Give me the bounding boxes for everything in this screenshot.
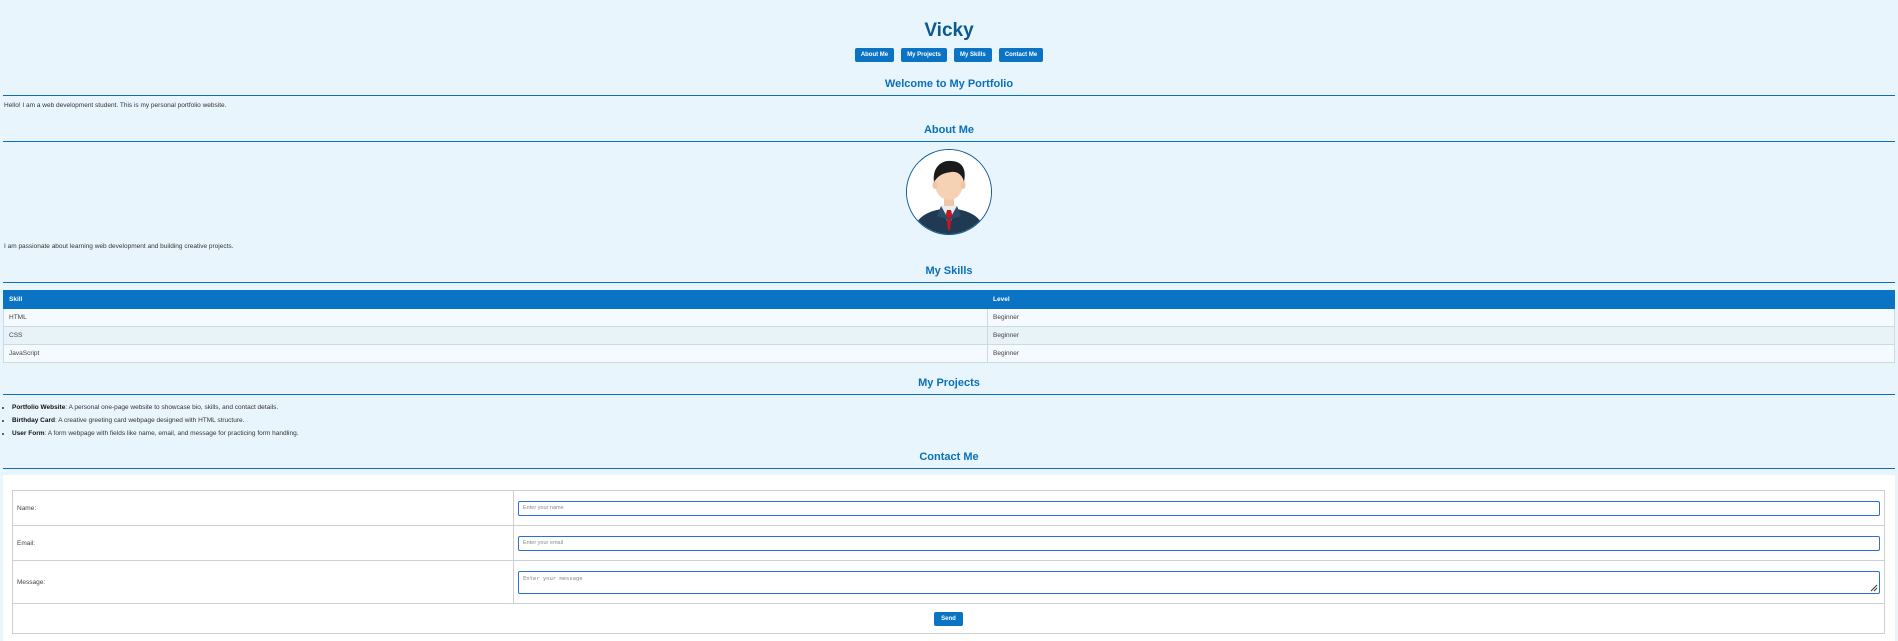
main-nav: About Me My Projects My Skills Contact M… [0, 48, 1898, 62]
project-description: : A creative greeting card webpage desig… [54, 417, 245, 424]
table-row: CSS Beginner [3, 326, 1895, 345]
send-button[interactable]: Send [934, 611, 963, 626]
project-name: Birthday Card [12, 417, 55, 424]
contact-form: Name: Enter your name Email: Enter your … [12, 490, 1885, 634]
message-placeholder: Enter your message [523, 575, 583, 582]
table-cell: Beginner [987, 308, 1895, 327]
nav-about-me-button[interactable]: About Me [854, 48, 895, 62]
list-item: Portfolio Website: A personal one-page w… [12, 401, 299, 414]
form-row: Email: Enter your email [12, 525, 1885, 561]
email-field[interactable]: Enter your email [518, 535, 1880, 551]
person-in-suit-avatar-icon [907, 150, 991, 234]
about-text: I am passionate about learning web devel… [4, 243, 234, 250]
form-cell: Send [12, 603, 1885, 634]
table-cell: CSS [3, 326, 988, 345]
form-cell: Enter your email [513, 525, 1885, 561]
project-name: User Form [12, 430, 45, 437]
name-label: Name: [12, 490, 514, 526]
table-row: JavaScript Beginner [3, 344, 1895, 363]
nav-my-projects-button[interactable]: My Projects [901, 48, 947, 62]
list-item: Birthday Card: A creative greeting card … [12, 414, 299, 427]
column-header: Skill [3, 290, 988, 309]
nav-contact-me-button[interactable]: Contact Me [998, 48, 1044, 62]
welcome-text: Hello! I am a web development student. T… [4, 102, 227, 109]
projects-heading: My Projects [3, 377, 1895, 395]
table-cell: JavaScript [3, 344, 988, 363]
table-cell: Beginner [987, 344, 1895, 363]
site-title: Vicky [924, 20, 974, 41]
form-row: Name: Enter your name [12, 490, 1885, 526]
avatar [906, 149, 992, 235]
contact-heading: Contact Me [3, 451, 1895, 469]
skills-table: Skill Level HTML Beginner CSS Beginner J… [3, 290, 1895, 363]
portfolio-page: Vicky About Me My Projects My Skills Con… [0, 0, 1898, 641]
column-header: Level [987, 290, 1895, 309]
name-field[interactable]: Enter your name [518, 500, 1880, 516]
project-name: Portfolio Website [12, 404, 66, 411]
email-label: Email: [12, 525, 514, 561]
form-cell: Enter your message [513, 560, 1885, 604]
message-field[interactable]: Enter your message [518, 570, 1880, 594]
resize-grip-icon[interactable] [1870, 584, 1878, 592]
form-row: Send [12, 603, 1885, 634]
table-header-row: Skill Level [3, 290, 1895, 309]
table-cell: Beginner [987, 326, 1895, 345]
project-description: : A form webpage with fields like name, … [44, 430, 299, 437]
nav-my-skills-button[interactable]: My Skills [953, 48, 992, 62]
table-row: HTML Beginner [3, 308, 1895, 327]
table-cell: HTML [3, 308, 988, 327]
form-row: Message: Enter your message [12, 560, 1885, 604]
about-heading: About Me [3, 124, 1895, 142]
projects-list: Portfolio Website: A personal one-page w… [3, 401, 299, 440]
skills-heading: My Skills [3, 265, 1895, 283]
message-label: Message: [12, 560, 514, 604]
welcome-heading: Welcome to My Portfolio [3, 78, 1895, 96]
list-item: User Form: A form webpage with fields li… [12, 427, 299, 440]
project-description: : A personal one-page website to showcas… [65, 404, 279, 411]
form-cell: Enter your name [513, 490, 1885, 526]
